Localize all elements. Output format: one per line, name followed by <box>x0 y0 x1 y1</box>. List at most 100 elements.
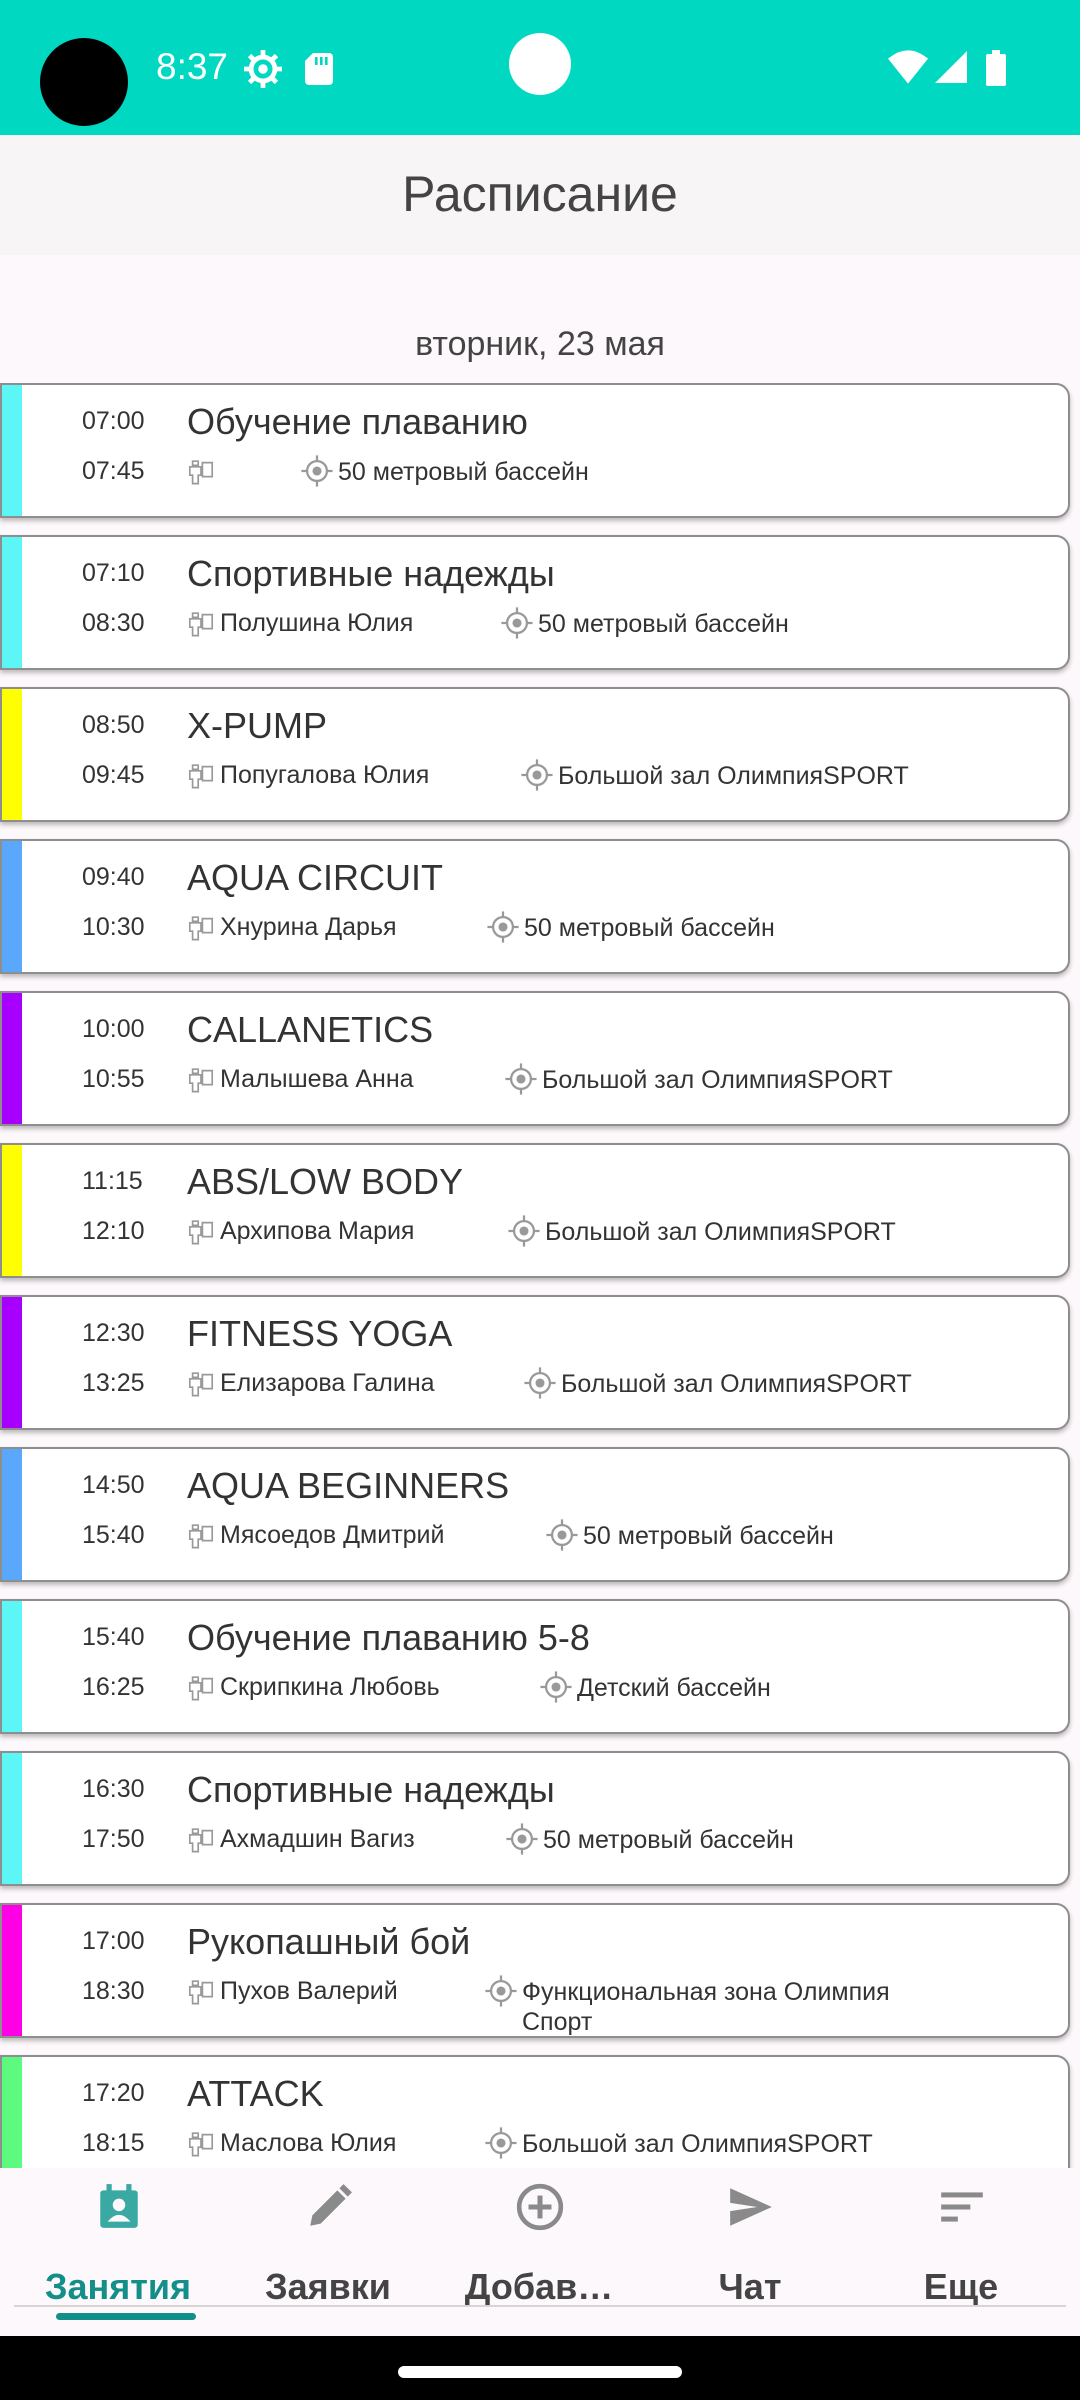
category-color-stripe <box>2 1449 22 1580</box>
nav-label: Добав… <box>464 2266 614 2307</box>
status-bar: 8:37 <box>0 0 1080 135</box>
class-card[interactable]: 07:00 07:45 Обучение плаванию 50 метровый б… <box>0 383 1070 518</box>
camera-cutout <box>40 38 128 126</box>
class-name: X-PUMP <box>187 705 328 746</box>
nav-label: Занятия <box>44 2266 192 2307</box>
gear-icon <box>244 50 282 88</box>
class-name: Спортивные надежды <box>187 553 555 594</box>
trainer-name: Пухов Валерий <box>220 1977 398 2005</box>
trainer-name: Попугалова Юлия <box>220 761 430 789</box>
category-color-stripe <box>2 1753 22 1884</box>
sort-icon <box>941 2192 983 2222</box>
wifi-icon <box>888 50 928 84</box>
end-time: 08:30 <box>82 609 145 637</box>
location-name: Большой зал ОлимпияSPORT <box>545 1218 896 1246</box>
add-circle-icon <box>516 2183 564 2231</box>
location-name: Большой зал ОлимпияSPORT <box>522 2130 873 2158</box>
trainer-icon <box>188 764 214 789</box>
location-name: 50 метровый бассейн <box>338 458 589 486</box>
front-camera <box>509 33 571 95</box>
end-time: 07:45 <box>82 457 145 485</box>
nav-label: Чат <box>718 2266 782 2307</box>
location-icon <box>505 1063 537 1095</box>
nav-item-classes[interactable]: Занятия <box>10 2168 226 2336</box>
end-time: 09:45 <box>82 761 145 789</box>
trainer-icon <box>188 460 214 485</box>
category-color-stripe <box>2 689 22 820</box>
nav-item-more[interactable]: Еще <box>853 2168 1069 2336</box>
end-time: 10:55 <box>82 1065 145 1093</box>
divider <box>14 2305 1066 2307</box>
trainer-icon <box>188 1372 214 1397</box>
class-name: Обучение плаванию <box>187 401 528 442</box>
nav-item-requests[interactable]: Заявки <box>220 2168 436 2336</box>
class-card[interactable]: 08:50 09:45 X-PUMP Попугалова Юлия Большой з… <box>0 687 1070 822</box>
trainer-name: Хнурина Дарья <box>220 913 397 941</box>
trainer-name: Архипова Мария <box>220 1217 415 1245</box>
trainer-icon <box>188 1980 214 2005</box>
trainer-name: Ахмадшин Вагиз <box>220 1825 415 1853</box>
class-card[interactable]: 16:30 17:50 Спортивные надежды Ахмадшин Ваг… <box>0 1751 1070 1886</box>
class-card[interactable]: 17:20 18:15 ATTACK Маслова Юлия Большой зал… <box>0 2055 1070 2168</box>
start-time: 08:50 <box>82 711 145 739</box>
class-name: CALLANETICS <box>187 1009 434 1050</box>
location-icon <box>524 1367 556 1399</box>
class-name: Обучение плаванию 5-8 <box>187 1617 590 1658</box>
trainer-name: Маслова Юлия <box>220 2129 397 2157</box>
end-time: 18:30 <box>82 1977 145 2005</box>
nav-item-add[interactable]: Добав… <box>431 2168 647 2336</box>
trainer-icon <box>188 1676 214 1701</box>
category-color-stripe <box>2 841 22 972</box>
class-name: AQUA BEGINNERS <box>187 1465 510 1506</box>
active-tab-indicator <box>56 2313 196 2320</box>
class-card[interactable]: 14:50 15:40 AQUA BEGINNERS Мясоедов Дмитрий… <box>0 1447 1070 1582</box>
trainer-icon <box>188 2132 214 2157</box>
end-time: 17:50 <box>82 1825 145 1853</box>
location-name: Большой зал ОлимпияSPORT <box>561 1370 912 1398</box>
class-card[interactable]: 12:30 13:25 FITNESS YOGA Елизарова Галина Бо… <box>0 1295 1070 1430</box>
class-card[interactable]: 10:00 10:55 CALLANETICS Малышева Анна Большо… <box>0 991 1070 1126</box>
nav-item-chat[interactable]: Чат <box>642 2168 858 2336</box>
start-time: 11:15 <box>82 1167 143 1195</box>
location-name: 50 метровый бассейн <box>538 610 789 638</box>
class-name: FITNESS YOGA <box>187 1313 453 1354</box>
location-name: Большой зал ОлимпияSPORT <box>558 762 909 790</box>
date-heading: вторник, 23 мая <box>415 325 665 363</box>
end-time: 13:25 <box>82 1369 145 1397</box>
location-icon <box>506 1823 538 1855</box>
start-time: 07:10 <box>82 559 145 587</box>
trainer-icon <box>188 1220 214 1245</box>
class-card[interactable]: 11:15 12:10 ABS/LOW BODY Архипова Мария Боль… <box>0 1143 1070 1278</box>
category-color-stripe <box>2 1145 22 1276</box>
location-icon <box>487 911 519 943</box>
category-color-stripe <box>2 2057 22 2168</box>
calendar-person-icon <box>100 2184 138 2228</box>
location-icon <box>521 759 553 791</box>
trainer-icon <box>188 1828 214 1853</box>
start-time: 14:50 <box>82 1471 145 1499</box>
trainer-name: Елизарова Галина <box>220 1369 435 1397</box>
bottom-navigation: Занятия Заявки Добав… Чат Еще <box>0 2168 1080 2336</box>
pencil-icon <box>310 2184 352 2226</box>
trainer-icon <box>188 1068 214 1093</box>
start-time: 12:30 <box>82 1319 145 1347</box>
start-time: 15:40 <box>82 1623 145 1651</box>
nav-label: Еще <box>923 2266 999 2307</box>
location-icon <box>485 2127 517 2159</box>
location-name: 50 метровый бассейн <box>543 1826 794 1854</box>
class-card[interactable]: 07:10 08:30 Спортивные надежды Полушина Юли… <box>0 535 1070 670</box>
location-name: 50 метровый бассейн <box>524 914 775 942</box>
end-time: 10:30 <box>82 913 145 941</box>
start-time: 07:00 <box>82 407 145 435</box>
class-card[interactable]: 15:40 16:25 Обучение плаванию 5-8 Скрипкина… <box>0 1599 1070 1734</box>
category-color-stripe <box>2 385 22 516</box>
end-time: 15:40 <box>82 1521 145 1549</box>
home-gesture-handle[interactable] <box>398 2366 682 2378</box>
trainer-icon <box>188 916 214 941</box>
class-list[interactable]: 07:00 07:45 Обучение плаванию 50 метровый б… <box>0 383 1080 2168</box>
location-icon <box>508 1215 540 1247</box>
trainer-name: Скрипкина Любовь <box>220 1673 440 1701</box>
class-card[interactable]: 17:00 18:30 Рукопашный бой Пухов Валерий Фун… <box>0 1903 1070 2038</box>
title-bar: Расписание <box>0 135 1080 255</box>
class-card[interactable]: 09:40 10:30 AQUA CIRCUIT Хнурина Дарья 50 ме… <box>0 839 1070 974</box>
